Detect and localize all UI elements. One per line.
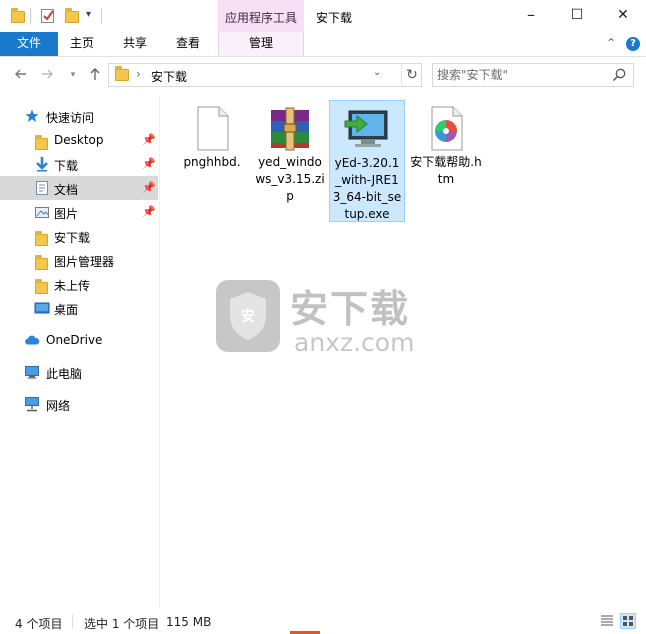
tab-file[interactable]: 文件	[0, 32, 58, 56]
sidebar-item-pictures[interactable]: 图片 📌	[0, 200, 158, 224]
close-button[interactable]: ✕	[600, 0, 646, 32]
sidebar-item-label: 安下载	[54, 231, 91, 245]
file-item[interactable]: pnghhbd.	[174, 100, 250, 173]
window-title: 安下载	[316, 11, 353, 25]
context-tab-label: 应用程序工具	[225, 11, 298, 25]
sidebar-item-label: 未上传	[54, 279, 91, 293]
divider	[101, 8, 102, 24]
sidebar-item-not-uploaded[interactable]: 未上传	[0, 272, 158, 296]
folder-icon	[10, 8, 26, 24]
sidebar-item-this-pc[interactable]: 此电脑	[0, 360, 158, 384]
pin-icon[interactable]: 📌	[142, 181, 156, 194]
breadcrumb-current[interactable]: 安下载	[151, 68, 187, 85]
sidebar-item-label: OneDrive	[46, 333, 103, 347]
up-button[interactable]	[86, 66, 104, 84]
file-name: yed_windows_v3.15.zip	[255, 155, 325, 203]
sidebar-item-desktop-cn[interactable]: 桌面	[0, 296, 158, 320]
pin-icon[interactable]: 📌	[142, 205, 156, 218]
sidebar-item-label: Desktop	[54, 133, 104, 147]
sidebar-item-anxiazai[interactable]: 安下载	[0, 224, 158, 248]
navigation-pane: 快速访问 Desktop 📌 下载 📌 文档 📌 图片 📌 安下载 图片管理器 …	[0, 96, 160, 608]
sidebar-item-label: 此电脑	[46, 367, 83, 381]
blank-file-icon	[188, 104, 236, 152]
file-name: yEd-3.20.1_with-JRE13_64-bit_setup.exe	[332, 156, 402, 221]
computer-icon	[24, 364, 40, 380]
ribbon-tab-bar	[0, 32, 646, 57]
properties-icon[interactable]	[40, 8, 56, 24]
search-box[interactable]	[432, 63, 634, 87]
sidebar-item-label: 文档	[54, 183, 79, 197]
tab-manage[interactable]: 管理	[218, 32, 304, 56]
picture-icon	[34, 204, 50, 220]
collapse-ribbon-icon[interactable]: ⌃	[606, 36, 616, 50]
desktop-icon	[34, 300, 50, 316]
sidebar-item-label: 网络	[46, 399, 71, 413]
folder-icon	[34, 252, 50, 270]
watermark-shield-char: 安	[241, 309, 255, 325]
tab-view[interactable]: 查看	[176, 32, 200, 56]
item-count: 4 个项目	[15, 617, 63, 631]
status-bar: 4 个项目 选中 1 个项目 115 MB	[0, 608, 646, 634]
address-dropdown-icon[interactable]: ⌄	[373, 67, 381, 78]
pin-icon[interactable]: 📌	[142, 157, 156, 170]
installer-icon	[343, 105, 391, 153]
winrar-archive-icon	[266, 104, 314, 152]
network-icon	[24, 396, 40, 412]
file-item[interactable]: yed_windows_v3.15.zip	[252, 100, 328, 207]
sidebar-item-label: 图片	[54, 207, 79, 221]
watermark-domain: anxz.com	[294, 328, 415, 357]
sidebar-item-label: 桌面	[54, 303, 79, 317]
download-arrow-icon	[34, 156, 50, 172]
html-file-icon	[422, 104, 470, 152]
tab-home[interactable]: 主页	[70, 32, 94, 56]
file-item-selected[interactable]: yEd-3.20.1_with-JRE13_64-bit_setup.exe	[329, 100, 405, 222]
search-input[interactable]	[437, 66, 607, 84]
selection-count: 选中 1 个项目	[84, 617, 160, 631]
recent-locations-button[interactable]: ▾	[64, 66, 82, 84]
folder-icon	[34, 132, 50, 150]
watermark-brand: 安下载	[290, 287, 411, 331]
watermark: 安 安下载 anxz.com	[214, 272, 434, 362]
star-icon	[24, 108, 40, 124]
sidebar-item-label: 图片管理器	[54, 255, 115, 269]
sidebar-item-downloads[interactable]: 下载 📌	[0, 152, 158, 176]
context-tab-header: 应用程序工具	[218, 0, 304, 32]
back-button[interactable]	[12, 66, 30, 84]
sidebar-item-documents[interactable]: 文档 📌	[0, 176, 158, 200]
pin-icon[interactable]: 📌	[142, 133, 156, 146]
details-view-icon[interactable]	[600, 614, 614, 628]
file-name: 安下载帮助.htm	[410, 155, 482, 186]
breadcrumb-separator[interactable]: ›	[136, 67, 141, 81]
new-folder-icon[interactable]	[64, 8, 80, 24]
sidebar-item-quick-access[interactable]: 快速访问	[0, 104, 158, 128]
minimize-button[interactable]: –	[508, 0, 554, 32]
file-item[interactable]: 安下载帮助.htm	[408, 100, 484, 190]
address-bar[interactable]: › 安下载 ⌄ ↻	[108, 63, 422, 87]
sidebar-item-label: 快速访问	[46, 111, 95, 125]
help-icon[interactable]: ?	[626, 37, 640, 51]
folder-icon	[34, 276, 50, 294]
search-icon[interactable]	[611, 67, 627, 83]
sidebar-item-picture-manager[interactable]: 图片管理器	[0, 248, 158, 272]
maximize-button[interactable]: ☐	[554, 0, 600, 32]
sidebar-item-onedrive[interactable]: OneDrive	[0, 328, 158, 352]
folder-icon	[34, 228, 50, 246]
sidebar-item-label: 下载	[54, 159, 79, 173]
tab-share[interactable]: 共享	[123, 32, 147, 56]
folder-icon	[115, 66, 129, 81]
customize-quick-access-icon[interactable]: ▾	[86, 9, 91, 20]
large-icons-view-icon[interactable]	[620, 613, 636, 629]
sidebar-item-network[interactable]: 网络	[0, 392, 158, 416]
forward-button[interactable]	[38, 66, 56, 84]
cloud-icon	[24, 332, 40, 348]
refresh-button[interactable]: ↻	[401, 65, 422, 85]
document-icon	[34, 180, 50, 196]
sidebar-item-desktop[interactable]: Desktop 📌	[0, 128, 158, 152]
selection-size: 115 MB	[166, 615, 212, 629]
file-name: pnghhbd.	[183, 155, 241, 169]
divider	[72, 614, 73, 628]
divider	[30, 8, 31, 24]
